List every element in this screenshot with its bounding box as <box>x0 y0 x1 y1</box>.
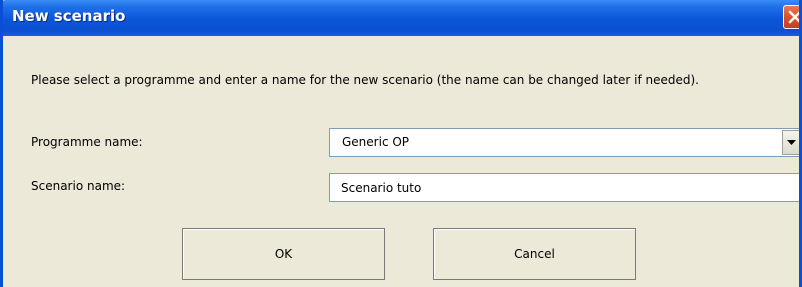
close-icon <box>788 10 799 24</box>
scenario-name-input[interactable] <box>329 173 799 202</box>
programme-name-label: Programme name: <box>31 135 143 149</box>
close-button[interactable] <box>783 5 799 29</box>
ok-button[interactable]: OK <box>182 228 385 280</box>
window-title: New scenario <box>12 7 126 25</box>
dropdown-arrow-button[interactable] <box>782 130 799 155</box>
dialog-window: New scenario Please select a programme a… <box>0 0 802 287</box>
scenario-name-label: Scenario name: <box>31 179 126 193</box>
title-bar[interactable]: New scenario <box>3 0 799 36</box>
instruction-text: Please select a programme and enter a na… <box>31 73 699 87</box>
chevron-down-icon <box>787 140 796 145</box>
programme-name-select[interactable]: Generic OP <box>329 128 799 157</box>
cancel-button[interactable]: Cancel <box>433 228 636 280</box>
programme-selected-value: Generic OP <box>342 135 410 149</box>
